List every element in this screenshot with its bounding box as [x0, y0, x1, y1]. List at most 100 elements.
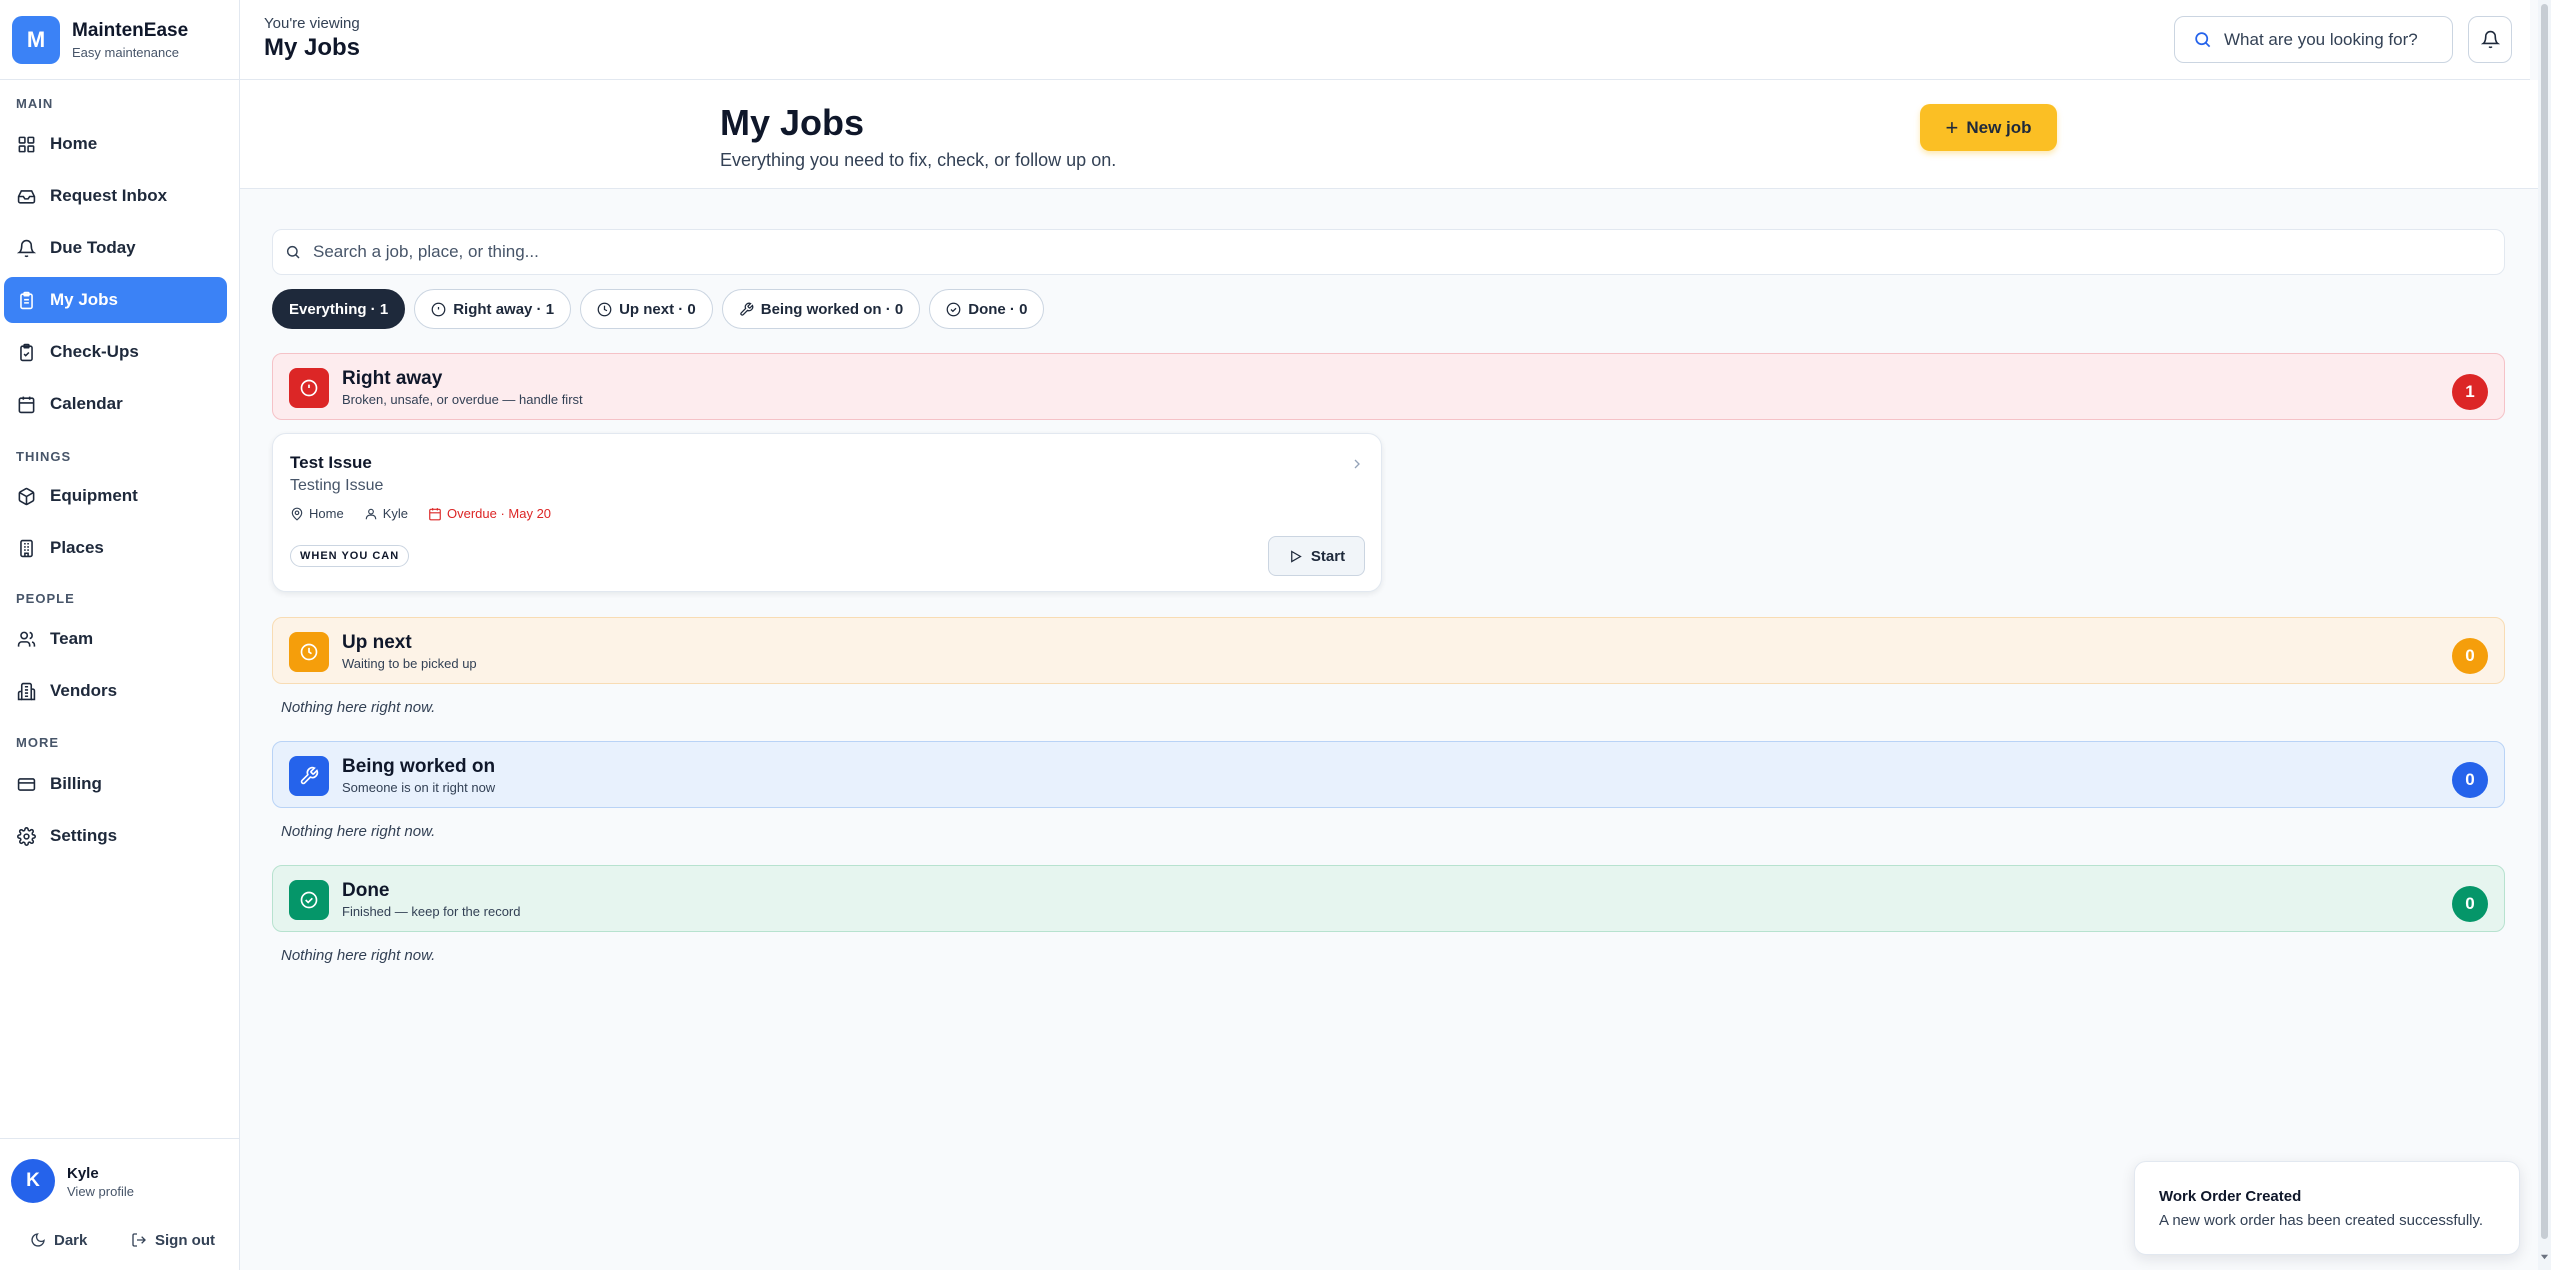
calendar-icon	[16, 394, 36, 414]
job-location: Home	[290, 506, 344, 521]
nav-section-main: MAIN	[16, 96, 54, 111]
sign-out-button[interactable]: Sign out	[131, 1227, 215, 1253]
sidebar-item-label: Check-Ups	[50, 342, 139, 361]
view-profile-link[interactable]: View profile	[67, 1184, 134, 1199]
inbox-icon	[16, 186, 36, 206]
brand[interactable]: M MaintenEase Easy maintenance	[0, 0, 239, 80]
credit-card-icon	[16, 774, 36, 794]
toast-message: A new work order has been created succes…	[2159, 1212, 2484, 1229]
plus-icon: +	[1945, 114, 1959, 140]
toast-notification[interactable]: Work Order Created A new work order has …	[2134, 1161, 2520, 1255]
new-job-label: New job	[1966, 117, 2032, 137]
job-due: Overdue · May 20	[428, 506, 551, 521]
sidebar-item-places[interactable]: Places	[4, 525, 227, 571]
check-circle-icon	[946, 302, 961, 316]
count-badge: 0	[2452, 638, 2488, 674]
group-subtitle: Someone is on it right now	[342, 780, 496, 795]
sidebar-item-label: Due Today	[50, 238, 136, 257]
filter-label: Up next · 0	[619, 300, 696, 318]
sidebar-item-label: Equipment	[50, 486, 138, 505]
sidebar-item-label: Calendar	[50, 394, 123, 413]
filter-right-away[interactable]: Right away · 1	[414, 289, 572, 329]
empty-state: Nothing here right now.	[281, 823, 436, 840]
filter-done[interactable]: Done · 0	[929, 289, 1045, 329]
play-icon	[1291, 549, 1302, 563]
viewing-label: You're viewing	[264, 15, 360, 32]
job-title: Test Issue	[290, 453, 372, 472]
filter-label: Being worked on · 0	[760, 300, 904, 318]
sidebar-item-request-inbox[interactable]: Request Inbox	[4, 173, 227, 219]
group-subtitle: Finished — keep for the record	[342, 904, 521, 919]
sidebar-footer: K Kyle View profile Dark Sign out	[0, 1138, 240, 1270]
sidebar-item-my-jobs[interactable]: My Jobs	[4, 277, 227, 323]
global-search[interactable]	[2174, 16, 2453, 63]
global-search-input[interactable]	[2224, 29, 2444, 50]
filter-label: Done · 0	[968, 300, 1028, 318]
sidebar-item-billing[interactable]: Billing	[4, 761, 227, 807]
building-icon	[16, 538, 36, 558]
filter-everything[interactable]: Everything · 1	[272, 289, 406, 329]
page-title: My Jobs	[720, 102, 865, 143]
sidebar-item-due-today[interactable]: Due Today	[4, 225, 227, 271]
job-location-text: Home	[309, 506, 344, 521]
job-assignee: Kyle	[364, 506, 408, 521]
users-icon	[16, 629, 36, 649]
sidebar-item-home[interactable]: Home	[4, 121, 227, 167]
sidebar-item-vendors[interactable]: Vendors	[4, 668, 227, 714]
count-badge: 0	[2452, 886, 2488, 922]
topbar: You're viewing My Jobs	[240, 0, 2530, 80]
job-search-input[interactable]	[313, 242, 2313, 262]
group-right-away[interactable]: Right away Broken, unsafe, or overdue — …	[272, 353, 2505, 420]
clock-icon	[597, 302, 612, 316]
page-header: My Jobs Everything you need to fix, chec…	[240, 80, 2538, 189]
nav-section-things: THINGS	[16, 449, 72, 464]
scroll-thumb[interactable]	[2541, 4, 2548, 1239]
chevron-right-icon[interactable]	[1349, 456, 1365, 472]
group-being-worked-on[interactable]: Being worked on Someone is on it right n…	[272, 741, 2505, 808]
toast-title: Work Order Created	[2159, 1188, 2302, 1205]
filter-being-worked-on[interactable]: Being worked on · 0	[721, 289, 921, 329]
moon-icon	[31, 1233, 45, 1247]
brand-tagline: Easy maintenance	[72, 44, 179, 60]
sidebar-item-label: Places	[50, 538, 104, 557]
clipboard-check-icon	[16, 342, 36, 362]
count-badge: 0	[2452, 762, 2488, 798]
count-badge: 1	[2452, 374, 2488, 410]
notifications-button[interactable]	[2468, 16, 2512, 63]
bell-icon	[16, 238, 36, 258]
sidebar-item-equipment[interactable]: Equipment	[4, 473, 227, 519]
filter-up-next[interactable]: Up next · 0	[580, 289, 713, 329]
clipboard-icon	[16, 290, 36, 310]
new-job-button[interactable]: + New job	[1920, 104, 2057, 151]
sidebar-item-settings[interactable]: Settings	[4, 813, 227, 859]
sidebar-item-check-ups[interactable]: Check-Ups	[4, 329, 227, 375]
avatar[interactable]: K	[11, 1159, 55, 1203]
job-card[interactable]: Test Issue Testing Issue Home Kyle Overd…	[272, 433, 1382, 592]
check-circle-icon	[289, 880, 329, 920]
sidebar-item-label: Billing	[50, 774, 102, 793]
group-title: Right away	[342, 368, 443, 389]
empty-state: Nothing here right now.	[281, 947, 436, 964]
wrench-icon	[740, 302, 754, 316]
start-button[interactable]: Start	[1268, 536, 1365, 576]
bell-icon	[2480, 30, 2500, 49]
job-search[interactable]	[272, 229, 2505, 275]
sign-out-icon	[132, 1233, 146, 1247]
sidebar-item-label: Settings	[50, 826, 118, 845]
scrollbar[interactable]	[2538, 0, 2551, 1270]
group-up-next[interactable]: Up next Waiting to be picked up 0	[272, 617, 2505, 684]
sidebar-item-label: Vendors	[50, 681, 118, 700]
sign-out-label: Sign out	[155, 1231, 215, 1249]
user-icon	[365, 508, 376, 519]
dark-mode-button[interactable]: Dark	[30, 1227, 87, 1253]
filter-label: Right away · 1	[453, 300, 555, 318]
filter-bar: Everything · 1 Right away · 1 Up next · …	[272, 289, 1053, 329]
group-subtitle: Waiting to be picked up	[342, 656, 477, 671]
page-subtitle: Everything you need to fix, check, or fo…	[720, 150, 1117, 170]
sidebar-item-label: Team	[50, 629, 94, 648]
group-done[interactable]: Done Finished — keep for the record 0	[272, 865, 2505, 932]
dark-mode-label: Dark	[54, 1231, 88, 1249]
sidebar-item-calendar[interactable]: Calendar	[4, 381, 227, 427]
sidebar-item-team[interactable]: Team	[4, 616, 227, 662]
scroll-down-arrow[interactable]	[2540, 1252, 2549, 1261]
